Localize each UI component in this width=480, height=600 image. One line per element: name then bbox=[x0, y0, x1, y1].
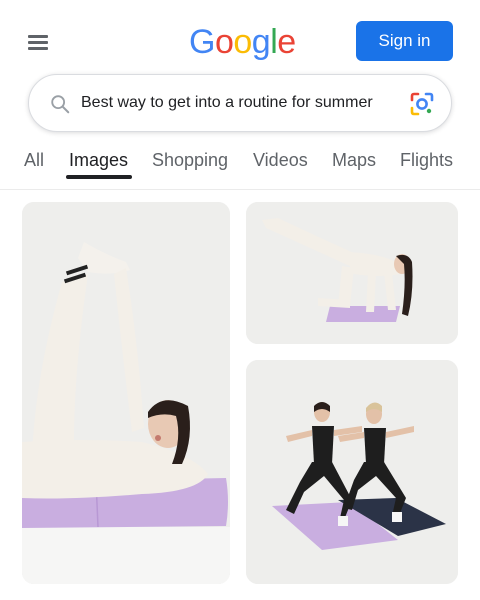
search-tabs: All Images Shopping Videos Maps Flights bbox=[0, 140, 480, 190]
image-result[interactable] bbox=[22, 202, 230, 584]
tab-all[interactable]: All bbox=[24, 150, 44, 171]
menu-line bbox=[28, 41, 48, 44]
search-bar[interactable]: Best way to get into a routine for summe… bbox=[28, 74, 452, 132]
top-bar: Google Sign in bbox=[0, 0, 480, 72]
menu-line bbox=[28, 47, 48, 50]
tab-images[interactable]: Images bbox=[69, 150, 128, 171]
search-query[interactable]: Best way to get into a routine for summe… bbox=[81, 94, 373, 112]
logo-letter: o bbox=[233, 23, 252, 61]
result-photo bbox=[22, 202, 230, 584]
logo-letter: e bbox=[277, 23, 296, 61]
result-photo bbox=[246, 202, 458, 344]
tab-videos[interactable]: Videos bbox=[253, 150, 308, 171]
tab-maps[interactable]: Maps bbox=[332, 150, 376, 171]
tab-flights[interactable]: Flights bbox=[400, 150, 453, 171]
logo-letter: o bbox=[214, 23, 234, 61]
active-tab-indicator bbox=[66, 175, 132, 179]
result-photo bbox=[246, 360, 458, 584]
tab-shopping[interactable]: Shopping bbox=[152, 150, 228, 171]
menu-line bbox=[28, 35, 48, 38]
image-result[interactable] bbox=[246, 360, 458, 584]
sign-in-button[interactable]: Sign in bbox=[356, 21, 453, 61]
google-lens-icon bbox=[410, 92, 434, 116]
image-result[interactable] bbox=[246, 202, 458, 344]
google-logo[interactable]: Google bbox=[189, 22, 296, 62]
hamburger-menu-icon[interactable] bbox=[22, 28, 56, 56]
search-icon bbox=[51, 95, 70, 114]
logo-letter: g bbox=[251, 23, 271, 61]
logo-letter: G bbox=[189, 23, 215, 61]
